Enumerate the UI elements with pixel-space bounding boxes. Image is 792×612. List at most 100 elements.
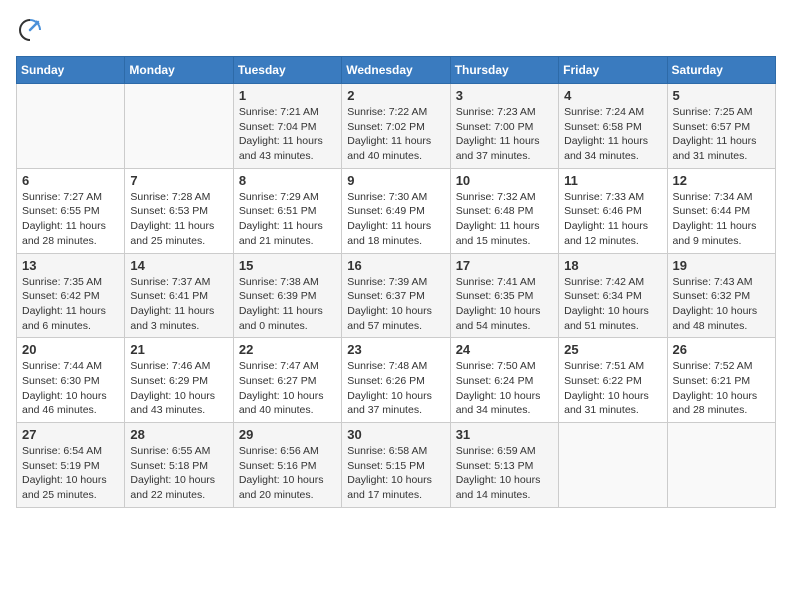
calendar-cell: 14 Sunrise: 7:37 AMSunset: 6:41 PMDayligh… xyxy=(125,253,233,338)
day-info: Sunrise: 7:39 AMSunset: 6:37 PMDaylight:… xyxy=(347,275,444,334)
header-day-wednesday: Wednesday xyxy=(342,57,450,84)
calendar-cell: 1 Sunrise: 7:21 AMSunset: 7:04 PMDaylight… xyxy=(233,84,341,169)
calendar-cell: 16 Sunrise: 7:39 AMSunset: 6:37 PMDayligh… xyxy=(342,253,450,338)
header-day-tuesday: Tuesday xyxy=(233,57,341,84)
day-info: Sunrise: 7:33 AMSunset: 6:46 PMDaylight:… xyxy=(564,190,661,249)
day-info: Sunrise: 7:48 AMSunset: 6:26 PMDaylight:… xyxy=(347,359,444,418)
day-number: 26 xyxy=(673,342,770,357)
day-info: Sunrise: 7:23 AMSunset: 7:00 PMDaylight:… xyxy=(456,105,553,164)
day-number: 30 xyxy=(347,427,444,442)
calendar-cell: 23 Sunrise: 7:48 AMSunset: 6:26 PMDayligh… xyxy=(342,338,450,423)
day-number: 2 xyxy=(347,88,444,103)
day-info: Sunrise: 6:55 AMSunset: 5:18 PMDaylight:… xyxy=(130,444,227,503)
day-number: 22 xyxy=(239,342,336,357)
day-info: Sunrise: 7:32 AMSunset: 6:48 PMDaylight:… xyxy=(456,190,553,249)
day-info: Sunrise: 7:41 AMSunset: 6:35 PMDaylight:… xyxy=(456,275,553,334)
week-row-2: 6Sunrise: 7:27 AMSunset: 6:55 PMDaylight… xyxy=(17,168,776,253)
day-info: Sunrise: 7:24 AMSunset: 6:58 PMDaylight:… xyxy=(564,105,661,164)
day-number: 9 xyxy=(347,173,444,188)
day-info: Sunrise: 7:46 AMSunset: 6:29 PMDaylight:… xyxy=(130,359,227,418)
week-row-5: 27 Sunrise: 6:54 AMSunset: 5:19 PMDayligh… xyxy=(17,423,776,508)
calendar-cell: 25 Sunrise: 7:51 AMSunset: 6:22 PMDayligh… xyxy=(559,338,667,423)
day-info: Sunrise: 7:47 AMSunset: 6:27 PMDaylight:… xyxy=(239,359,336,418)
calendar-cell: 7 Sunrise: 7:28 AMSunset: 6:53 PMDaylight… xyxy=(125,168,233,253)
calendar-cell: 8 Sunrise: 7:29 AMSunset: 6:51 PMDaylight… xyxy=(233,168,341,253)
calendar-header: SundayMondayTuesdayWednesdayThursdayFrid… xyxy=(17,57,776,84)
day-number: 16 xyxy=(347,258,444,273)
day-info: Sunrise: 6:54 AMSunset: 5:19 PMDaylight:… xyxy=(22,444,119,503)
day-info: Sunrise: 7:28 AMSunset: 6:53 PMDaylight:… xyxy=(130,190,227,249)
header-row: SundayMondayTuesdayWednesdayThursdayFrid… xyxy=(17,57,776,84)
calendar-cell: 19Sunrise: 7:43 AMSunset: 6:32 PMDayligh… xyxy=(667,253,775,338)
calendar-body: 1 Sunrise: 7:21 AMSunset: 7:04 PMDaylight… xyxy=(17,84,776,508)
day-info: Sunrise: 7:21 AMSunset: 7:04 PMDaylight:… xyxy=(239,105,336,164)
day-info: Sunrise: 7:50 AMSunset: 6:24 PMDaylight:… xyxy=(456,359,553,418)
day-number: 17 xyxy=(456,258,553,273)
header-day-thursday: Thursday xyxy=(450,57,558,84)
day-info: Sunrise: 7:44 AMSunset: 6:30 PMDaylight:… xyxy=(22,359,119,418)
day-number: 8 xyxy=(239,173,336,188)
day-number: 25 xyxy=(564,342,661,357)
day-number: 13 xyxy=(22,258,119,273)
week-row-4: 20 Sunrise: 7:44 AMSunset: 6:30 PMDayligh… xyxy=(17,338,776,423)
day-info: Sunrise: 7:37 AMSunset: 6:41 PMDaylight:… xyxy=(130,275,227,334)
day-info: Sunrise: 7:30 AMSunset: 6:49 PMDaylight:… xyxy=(347,190,444,249)
header-day-saturday: Saturday xyxy=(667,57,775,84)
calendar-cell: 3 Sunrise: 7:23 AMSunset: 7:00 PMDaylight… xyxy=(450,84,558,169)
calendar-cell: 18 Sunrise: 7:42 AMSunset: 6:34 PMDayligh… xyxy=(559,253,667,338)
day-number: 5 xyxy=(673,88,770,103)
day-number: 29 xyxy=(239,427,336,442)
calendar-cell: 13 Sunrise: 7:35 AMSunset: 6:42 PMDayligh… xyxy=(17,253,125,338)
day-info: Sunrise: 6:56 AMSunset: 5:16 PMDaylight:… xyxy=(239,444,336,503)
day-info: Sunrise: 7:29 AMSunset: 6:51 PMDaylight:… xyxy=(239,190,336,249)
calendar-cell: 10Sunrise: 7:32 AMSunset: 6:48 PMDayligh… xyxy=(450,168,558,253)
calendar-cell: 22 Sunrise: 7:47 AMSunset: 6:27 PMDayligh… xyxy=(233,338,341,423)
calendar-cell: 31Sunrise: 6:59 AMSunset: 5:13 PMDayligh… xyxy=(450,423,558,508)
logo xyxy=(16,16,48,44)
calendar-cell xyxy=(17,84,125,169)
day-number: 21 xyxy=(130,342,227,357)
day-number: 1 xyxy=(239,88,336,103)
day-info: Sunrise: 7:51 AMSunset: 6:22 PMDaylight:… xyxy=(564,359,661,418)
calendar-cell: 6Sunrise: 7:27 AMSunset: 6:55 PMDaylight… xyxy=(17,168,125,253)
calendar-cell: 15 Sunrise: 7:38 AMSunset: 6:39 PMDayligh… xyxy=(233,253,341,338)
calendar-cell xyxy=(667,423,775,508)
calendar-cell: 29 Sunrise: 6:56 AMSunset: 5:16 PMDayligh… xyxy=(233,423,341,508)
header-day-sunday: Sunday xyxy=(17,57,125,84)
calendar-cell: 24Sunrise: 7:50 AMSunset: 6:24 PMDayligh… xyxy=(450,338,558,423)
calendar-cell: 17 Sunrise: 7:41 AMSunset: 6:35 PMDayligh… xyxy=(450,253,558,338)
day-number: 18 xyxy=(564,258,661,273)
day-number: 7 xyxy=(130,173,227,188)
calendar-cell: 2Sunrise: 7:22 AMSunset: 7:02 PMDaylight… xyxy=(342,84,450,169)
header-day-friday: Friday xyxy=(559,57,667,84)
calendar-cell: 28 Sunrise: 6:55 AMSunset: 5:18 PMDayligh… xyxy=(125,423,233,508)
day-info: Sunrise: 6:58 AMSunset: 5:15 PMDaylight:… xyxy=(347,444,444,503)
day-info: Sunrise: 7:35 AMSunset: 6:42 PMDaylight:… xyxy=(22,275,119,334)
calendar-cell: 9 Sunrise: 7:30 AMSunset: 6:49 PMDaylight… xyxy=(342,168,450,253)
day-info: Sunrise: 7:52 AMSunset: 6:21 PMDaylight:… xyxy=(673,359,770,418)
calendar-cell xyxy=(559,423,667,508)
calendar-cell: 5Sunrise: 7:25 AMSunset: 6:57 PMDaylight… xyxy=(667,84,775,169)
calendar-cell: 27 Sunrise: 6:54 AMSunset: 5:19 PMDayligh… xyxy=(17,423,125,508)
calendar-table: SundayMondayTuesdayWednesdayThursdayFrid… xyxy=(16,56,776,508)
day-number: 27 xyxy=(22,427,119,442)
day-number: 23 xyxy=(347,342,444,357)
page-header xyxy=(16,16,776,44)
day-info: Sunrise: 7:34 AMSunset: 6:44 PMDaylight:… xyxy=(673,190,770,249)
day-number: 12 xyxy=(673,173,770,188)
day-info: Sunrise: 6:59 AMSunset: 5:13 PMDaylight:… xyxy=(456,444,553,503)
day-number: 15 xyxy=(239,258,336,273)
calendar-cell: 12 Sunrise: 7:34 AMSunset: 6:44 PMDayligh… xyxy=(667,168,775,253)
calendar-cell: 20 Sunrise: 7:44 AMSunset: 6:30 PMDayligh… xyxy=(17,338,125,423)
calendar-cell: 21 Sunrise: 7:46 AMSunset: 6:29 PMDayligh… xyxy=(125,338,233,423)
day-number: 14 xyxy=(130,258,227,273)
day-number: 28 xyxy=(130,427,227,442)
day-info: Sunrise: 7:42 AMSunset: 6:34 PMDaylight:… xyxy=(564,275,661,334)
day-info: Sunrise: 7:43 AMSunset: 6:32 PMDaylight:… xyxy=(673,275,770,334)
logo-icon xyxy=(16,16,44,44)
day-number: 3 xyxy=(456,88,553,103)
day-number: 4 xyxy=(564,88,661,103)
day-info: Sunrise: 7:38 AMSunset: 6:39 PMDaylight:… xyxy=(239,275,336,334)
day-number: 20 xyxy=(22,342,119,357)
day-number: 11 xyxy=(564,173,661,188)
